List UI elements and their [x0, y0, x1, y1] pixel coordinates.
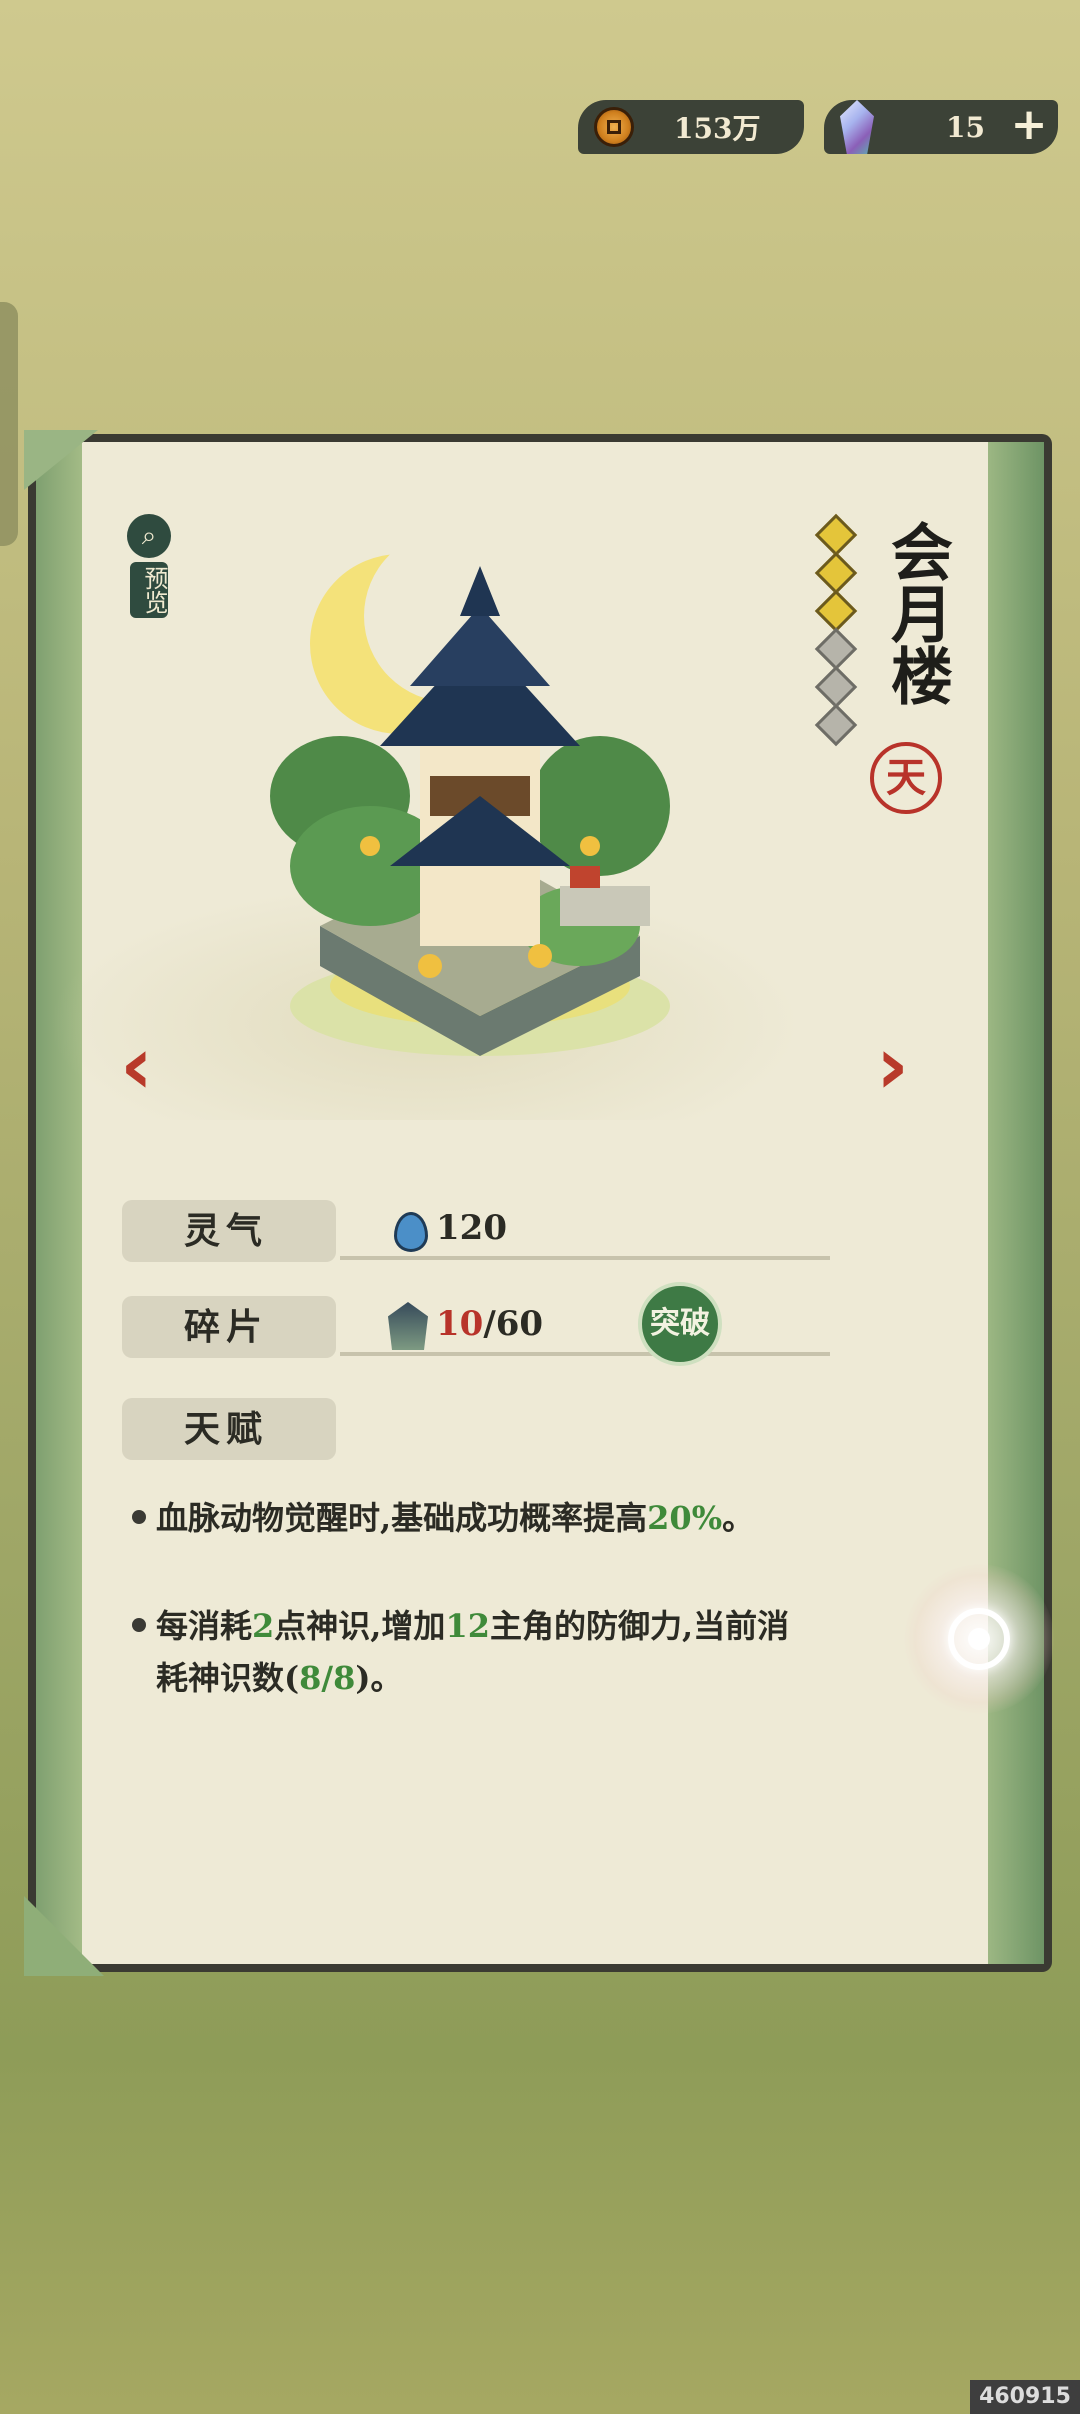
add-gems-button[interactable]: +	[1008, 103, 1050, 148]
fragments-label: 碎片	[122, 1296, 336, 1358]
fragments-separator: /	[483, 1304, 496, 1344]
floating-assist-button[interactable]	[904, 1564, 1054, 1714]
lingqi-value: 120	[436, 1208, 507, 1248]
talent-text: 。	[722, 1499, 755, 1537]
fragments-value: 10/60	[436, 1304, 543, 1344]
talent-label: 天赋	[122, 1398, 336, 1460]
fragments-current: 10	[436, 1304, 484, 1344]
star-filled-icon	[814, 589, 858, 633]
talent-value: 8/8	[299, 1659, 356, 1697]
breakthrough-button[interactable]: 突破	[638, 1282, 722, 1366]
star-empty-icon	[814, 665, 858, 709]
talent-text: )。	[355, 1659, 403, 1697]
divider	[340, 1352, 830, 1356]
talent-text: 点神识,增加	[274, 1607, 446, 1645]
coin-amount: 153万	[674, 112, 761, 145]
water-drop-icon	[394, 1212, 428, 1252]
spirit-crystal-icon	[840, 100, 874, 154]
preview-button[interactable]: ⌕ 预览	[124, 514, 174, 618]
star-filled-icon	[814, 551, 858, 595]
copper-coin-icon	[594, 107, 634, 147]
building-name: 会月楼	[880, 520, 953, 706]
lingqi-label: 灵气	[122, 1200, 336, 1262]
talent-text: 血脉动物觉醒时,基础成功概率提高	[156, 1499, 648, 1537]
gem-amount: 15	[946, 110, 985, 144]
talent-value: 12	[445, 1607, 490, 1645]
magnify-icon: ⌕	[127, 514, 171, 558]
building-illustration	[270, 546, 670, 1056]
preview-label: 预览	[130, 562, 168, 618]
prev-building-button[interactable]: ‹	[120, 1026, 153, 1106]
talent-item: 血脉动物觉醒时,基础成功概率提高20%。	[132, 1492, 816, 1544]
star-empty-icon	[814, 627, 858, 671]
side-drawer-handle[interactable]	[0, 302, 18, 546]
star-rating	[814, 513, 858, 748]
gem-counter: 15 +	[824, 100, 1058, 154]
watermark: 460915	[970, 2380, 1080, 2414]
talent-value: 2	[252, 1607, 275, 1645]
coin-counter: 153万	[578, 100, 804, 154]
divider	[340, 1256, 830, 1260]
fragments-required: 60	[495, 1304, 544, 1344]
grade-seal: 天	[870, 742, 942, 814]
next-building-button[interactable]: ›	[876, 1026, 909, 1106]
star-filled-icon	[814, 513, 858, 557]
talent-text: 每消耗	[156, 1607, 253, 1645]
star-empty-icon	[814, 703, 858, 747]
talent-value: 20%	[647, 1499, 723, 1537]
talent-item: 每消耗2点神识,增加12主角的防御力,当前消耗神识数(8/8)。	[132, 1600, 816, 1704]
